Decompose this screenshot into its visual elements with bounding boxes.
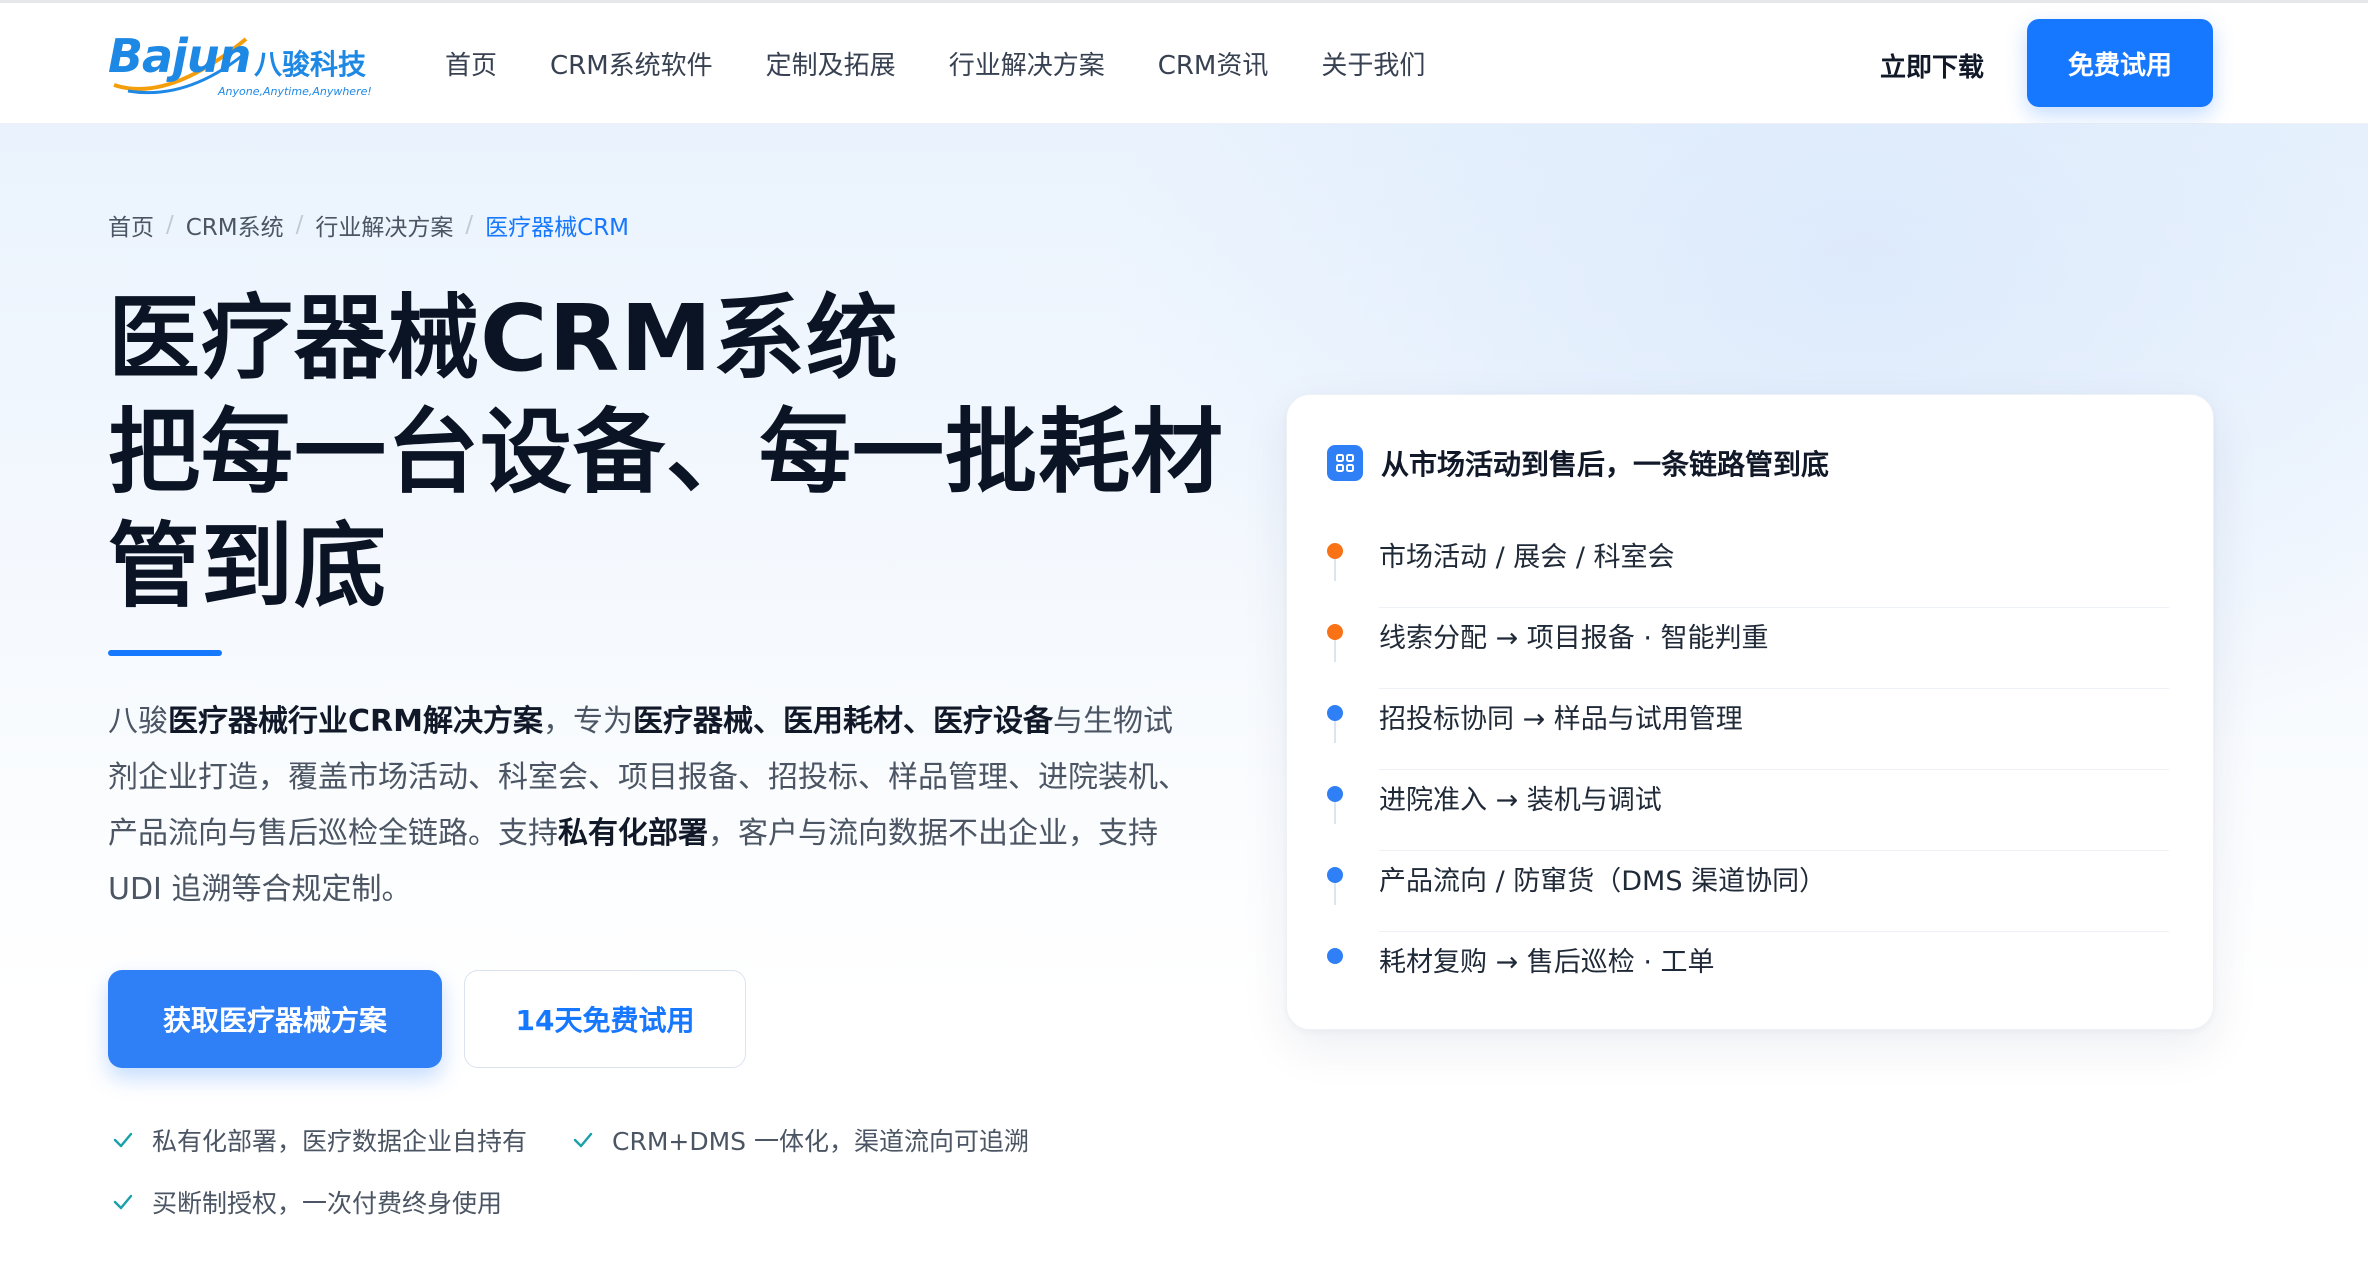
main-nav: 首页 CRM系统软件 定制及拓展 行业解决方案 CRM资讯 关于我们 <box>445 3 1478 123</box>
step-label: 进院准入 → 装机与调试 <box>1379 785 1662 816</box>
card-header: 从市场活动到售后，一条链路管到底 <box>1327 443 1829 483</box>
breadcrumb-crm-system[interactable]: CRM系统 <box>186 208 284 242</box>
title-underline <box>108 650 222 656</box>
free-trial-button[interactable]: 免费试用 <box>2027 19 2213 107</box>
nav-item-crm-news[interactable]: CRM资讯 <box>1158 45 1269 82</box>
hero-description: 八骏医疗器械行业CRM解决方案，专为医疗器械、医用耗材、医疗设备与生物试剂企业打… <box>108 694 1188 918</box>
check-icon <box>108 1125 138 1155</box>
workflow-step: 产品流向 / 防窜货（DMS 渠道协同） <box>1327 851 2169 932</box>
step-dot <box>1327 705 1343 721</box>
title-line-3: 管到底 <box>108 513 388 620</box>
title-line-1: 医疗器械CRM系统 <box>108 285 899 392</box>
nav-item-crm-software[interactable]: CRM系统软件 <box>550 45 713 82</box>
step-dot <box>1327 867 1343 883</box>
step-connector <box>1334 721 1336 743</box>
step-dot <box>1327 624 1343 640</box>
grid-icon <box>1327 445 1363 481</box>
workflow-step: 招投标协同 → 样品与试用管理 <box>1327 689 2169 770</box>
brand-logo[interactable]: Bajun 八骏科技 Anyone,Anytime,Anywhere! <box>108 29 372 101</box>
title-line-2: 把每一台设备、每一批耗材 <box>108 399 1225 506</box>
desc-highlight: 医疗器械、医用耗材、医疗设备 <box>632 704 1053 739</box>
nav-item-industry-solutions[interactable]: 行业解决方案 <box>949 45 1105 82</box>
step-label: 线索分配 → 项目报备 · 智能判重 <box>1379 623 1769 654</box>
download-link[interactable]: 立即下载 <box>1880 47 1984 84</box>
feature-label: CRM+DMS 一体化，渠道流向可追溯 <box>612 1127 1029 1156</box>
desc-part: 八骏 <box>108 704 168 739</box>
step-label: 耗材复购 → 售后巡检 · 工单 <box>1379 947 1715 978</box>
breadcrumb-current: 医疗器械CRM <box>485 215 630 241</box>
feature-private-deploy: 私有化部署，医疗数据企业自持有 <box>108 1122 527 1158</box>
check-icon <box>108 1187 138 1217</box>
logo-slogan: Anyone,Anytime,Anywhere! <box>218 85 372 98</box>
breadcrumb-separator: / <box>166 212 174 238</box>
nav-item-home[interactable]: 首页 <box>445 45 497 82</box>
desc-highlight: 私有化部署 <box>558 816 708 851</box>
step-connector <box>1334 640 1336 662</box>
breadcrumb: 首页 / CRM系统 / 行业解决方案 / 医疗器械CRM <box>108 208 629 242</box>
step-connector <box>1334 559 1336 581</box>
breadcrumb-home[interactable]: 首页 <box>108 208 154 242</box>
feature-crm-dms: CRM+DMS 一体化，渠道流向可追溯 <box>568 1122 1029 1158</box>
feature-perpetual-license: 买断制授权，一次付费终身使用 <box>108 1184 502 1220</box>
site-header: Bajun 八骏科技 Anyone,Anytime,Anywhere! 首页 C… <box>0 3 2368 124</box>
nav-item-customization[interactable]: 定制及拓展 <box>766 45 896 82</box>
card-title: 从市场活动到售后，一条链路管到底 <box>1381 448 1830 481</box>
page-title: 医疗器械CRM系统 把每一台设备、每一批耗材 管到底 <box>108 282 1224 624</box>
step-label: 产品流向 / 防窜货（DMS 渠道协同） <box>1379 866 1827 897</box>
step-dot <box>1327 948 1343 964</box>
breadcrumb-industry-solutions[interactable]: 行业解决方案 <box>315 208 453 242</box>
workflow-step: 进院准入 → 装机与调试 <box>1327 770 2169 851</box>
feature-label: 买断制授权，一次付费终身使用 <box>152 1189 503 1218</box>
desc-highlight: 医疗器械行业CRM解决方案 <box>168 704 543 739</box>
step-dot <box>1327 786 1343 802</box>
breadcrumb-separator: / <box>465 212 474 238</box>
workflow-card: 从市场活动到售后，一条链路管到底 市场活动 / 展会 / 科室会 线索分配 → … <box>1286 394 2214 1030</box>
get-solution-button[interactable]: 获取医疗器械方案 <box>108 970 442 1068</box>
step-connector <box>1334 883 1336 905</box>
step-connector <box>1334 802 1336 824</box>
trial-14-days-button[interactable]: 14天免费试用 <box>464 970 746 1068</box>
step-label: 市场活动 / 展会 / 科室会 <box>1379 542 1675 573</box>
nav-item-about-us[interactable]: 关于我们 <box>1321 45 1425 82</box>
workflow-step: 耗材复购 → 售后巡检 · 工单 <box>1327 932 2169 1013</box>
check-icon <box>568 1125 598 1155</box>
desc-part: ，专为 <box>542 704 633 739</box>
workflow-step: 线索分配 → 项目报备 · 智能判重 <box>1327 608 2169 689</box>
logo-word: Bajun <box>108 29 251 83</box>
step-dot <box>1327 543 1343 559</box>
breadcrumb-separator: / <box>295 212 304 238</box>
workflow-step: 市场活动 / 展会 / 科室会 <box>1327 527 2169 608</box>
step-label: 招投标协同 → 样品与试用管理 <box>1379 704 1743 735</box>
feature-label: 私有化部署，医疗数据企业自持有 <box>152 1127 528 1156</box>
logo-chinese: 八骏科技 <box>254 48 367 81</box>
